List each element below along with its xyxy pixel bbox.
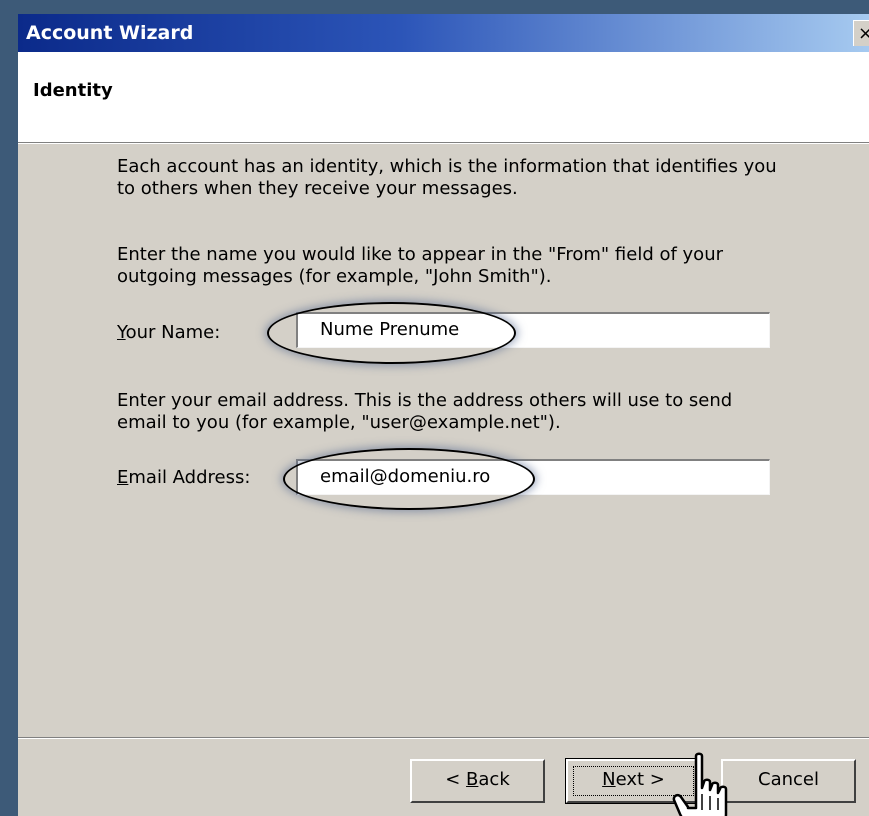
name-label-text: our Name: xyxy=(125,322,221,343)
footer-divider-highlight xyxy=(18,738,869,739)
title-bar: Account Wizard × xyxy=(18,14,869,52)
page-title: Identity xyxy=(33,80,113,101)
name-instructions: Enter the name you would like to appear … xyxy=(117,244,724,287)
back-button-prefix: < xyxy=(445,769,467,790)
window-title: Account Wizard xyxy=(26,22,194,44)
cancel-button[interactable]: Cancel xyxy=(721,759,856,803)
wizard-header: Identity xyxy=(18,52,869,144)
email-instructions: Enter your email address. This is the ad… xyxy=(117,390,733,433)
back-button[interactable]: < Back xyxy=(410,759,545,803)
back-button-rest: ack xyxy=(478,769,510,790)
email-address-input[interactable]: email@domeniu.ro xyxy=(296,459,770,495)
intro-text: Each account has an identity, which is t… xyxy=(117,156,777,199)
your-name-label: Your Name: xyxy=(117,322,220,343)
email-label-text: mail Address: xyxy=(128,467,251,488)
name-label-accesskey: Y xyxy=(117,322,126,343)
close-icon[interactable]: × xyxy=(853,20,869,46)
your-name-input[interactable]: Nume Prenume xyxy=(296,312,770,348)
account-wizard-window: Account Wizard × Identity Each account h… xyxy=(18,14,869,816)
hand-pointer-icon xyxy=(672,752,728,816)
email-address-label: Email Address: xyxy=(117,467,250,488)
back-button-accesskey: B xyxy=(466,769,479,790)
email-label-accesskey: E xyxy=(117,467,129,488)
